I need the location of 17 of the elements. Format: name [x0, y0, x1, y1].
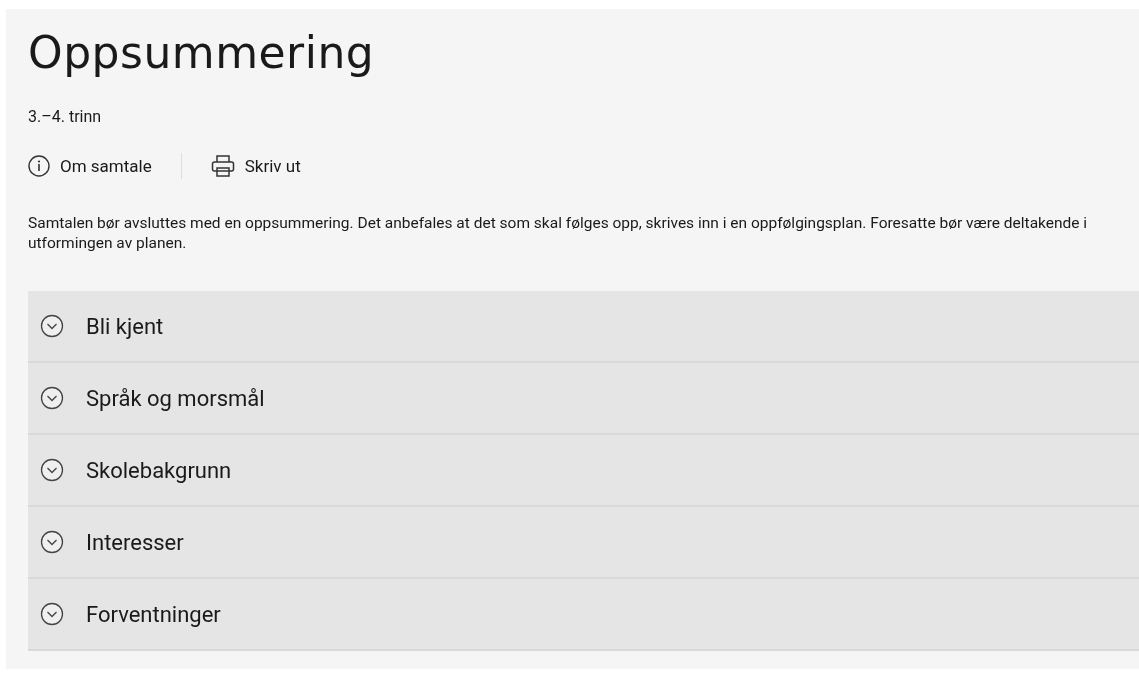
- accordion-item[interactable]: Språk og morsmål: [28, 363, 1139, 435]
- chevron-down-icon: [40, 602, 64, 626]
- accordion-item[interactable]: Bli kjent: [28, 291, 1139, 363]
- chevron-down-icon: [40, 458, 64, 482]
- accordion-item[interactable]: Forventninger: [28, 579, 1139, 651]
- print-button[interactable]: Skriv ut: [210, 154, 301, 178]
- accordion-item[interactable]: Skolebakgrunn: [28, 435, 1139, 507]
- intro-text: Samtalen bør avsluttes med en oppsummering. Det anbefales at det som skal følges opp, skrives inn i en oppfølgingsplan. Foresatte bør være deltakende i utformingen av planen.: [28, 213, 1089, 253]
- grade-label: 3.–4. trinn: [28, 107, 102, 126]
- print-icon: [210, 154, 235, 178]
- accordion-item[interactable]: Interesser: [28, 507, 1139, 579]
- info-button[interactable]: Om samtale: [28, 155, 152, 177]
- info-icon: [28, 155, 50, 177]
- page-title: Oppsummering: [28, 26, 376, 80]
- chevron-down-icon: [40, 530, 64, 554]
- chevron-down-icon: [40, 386, 64, 410]
- chevron-down-icon: [40, 314, 64, 338]
